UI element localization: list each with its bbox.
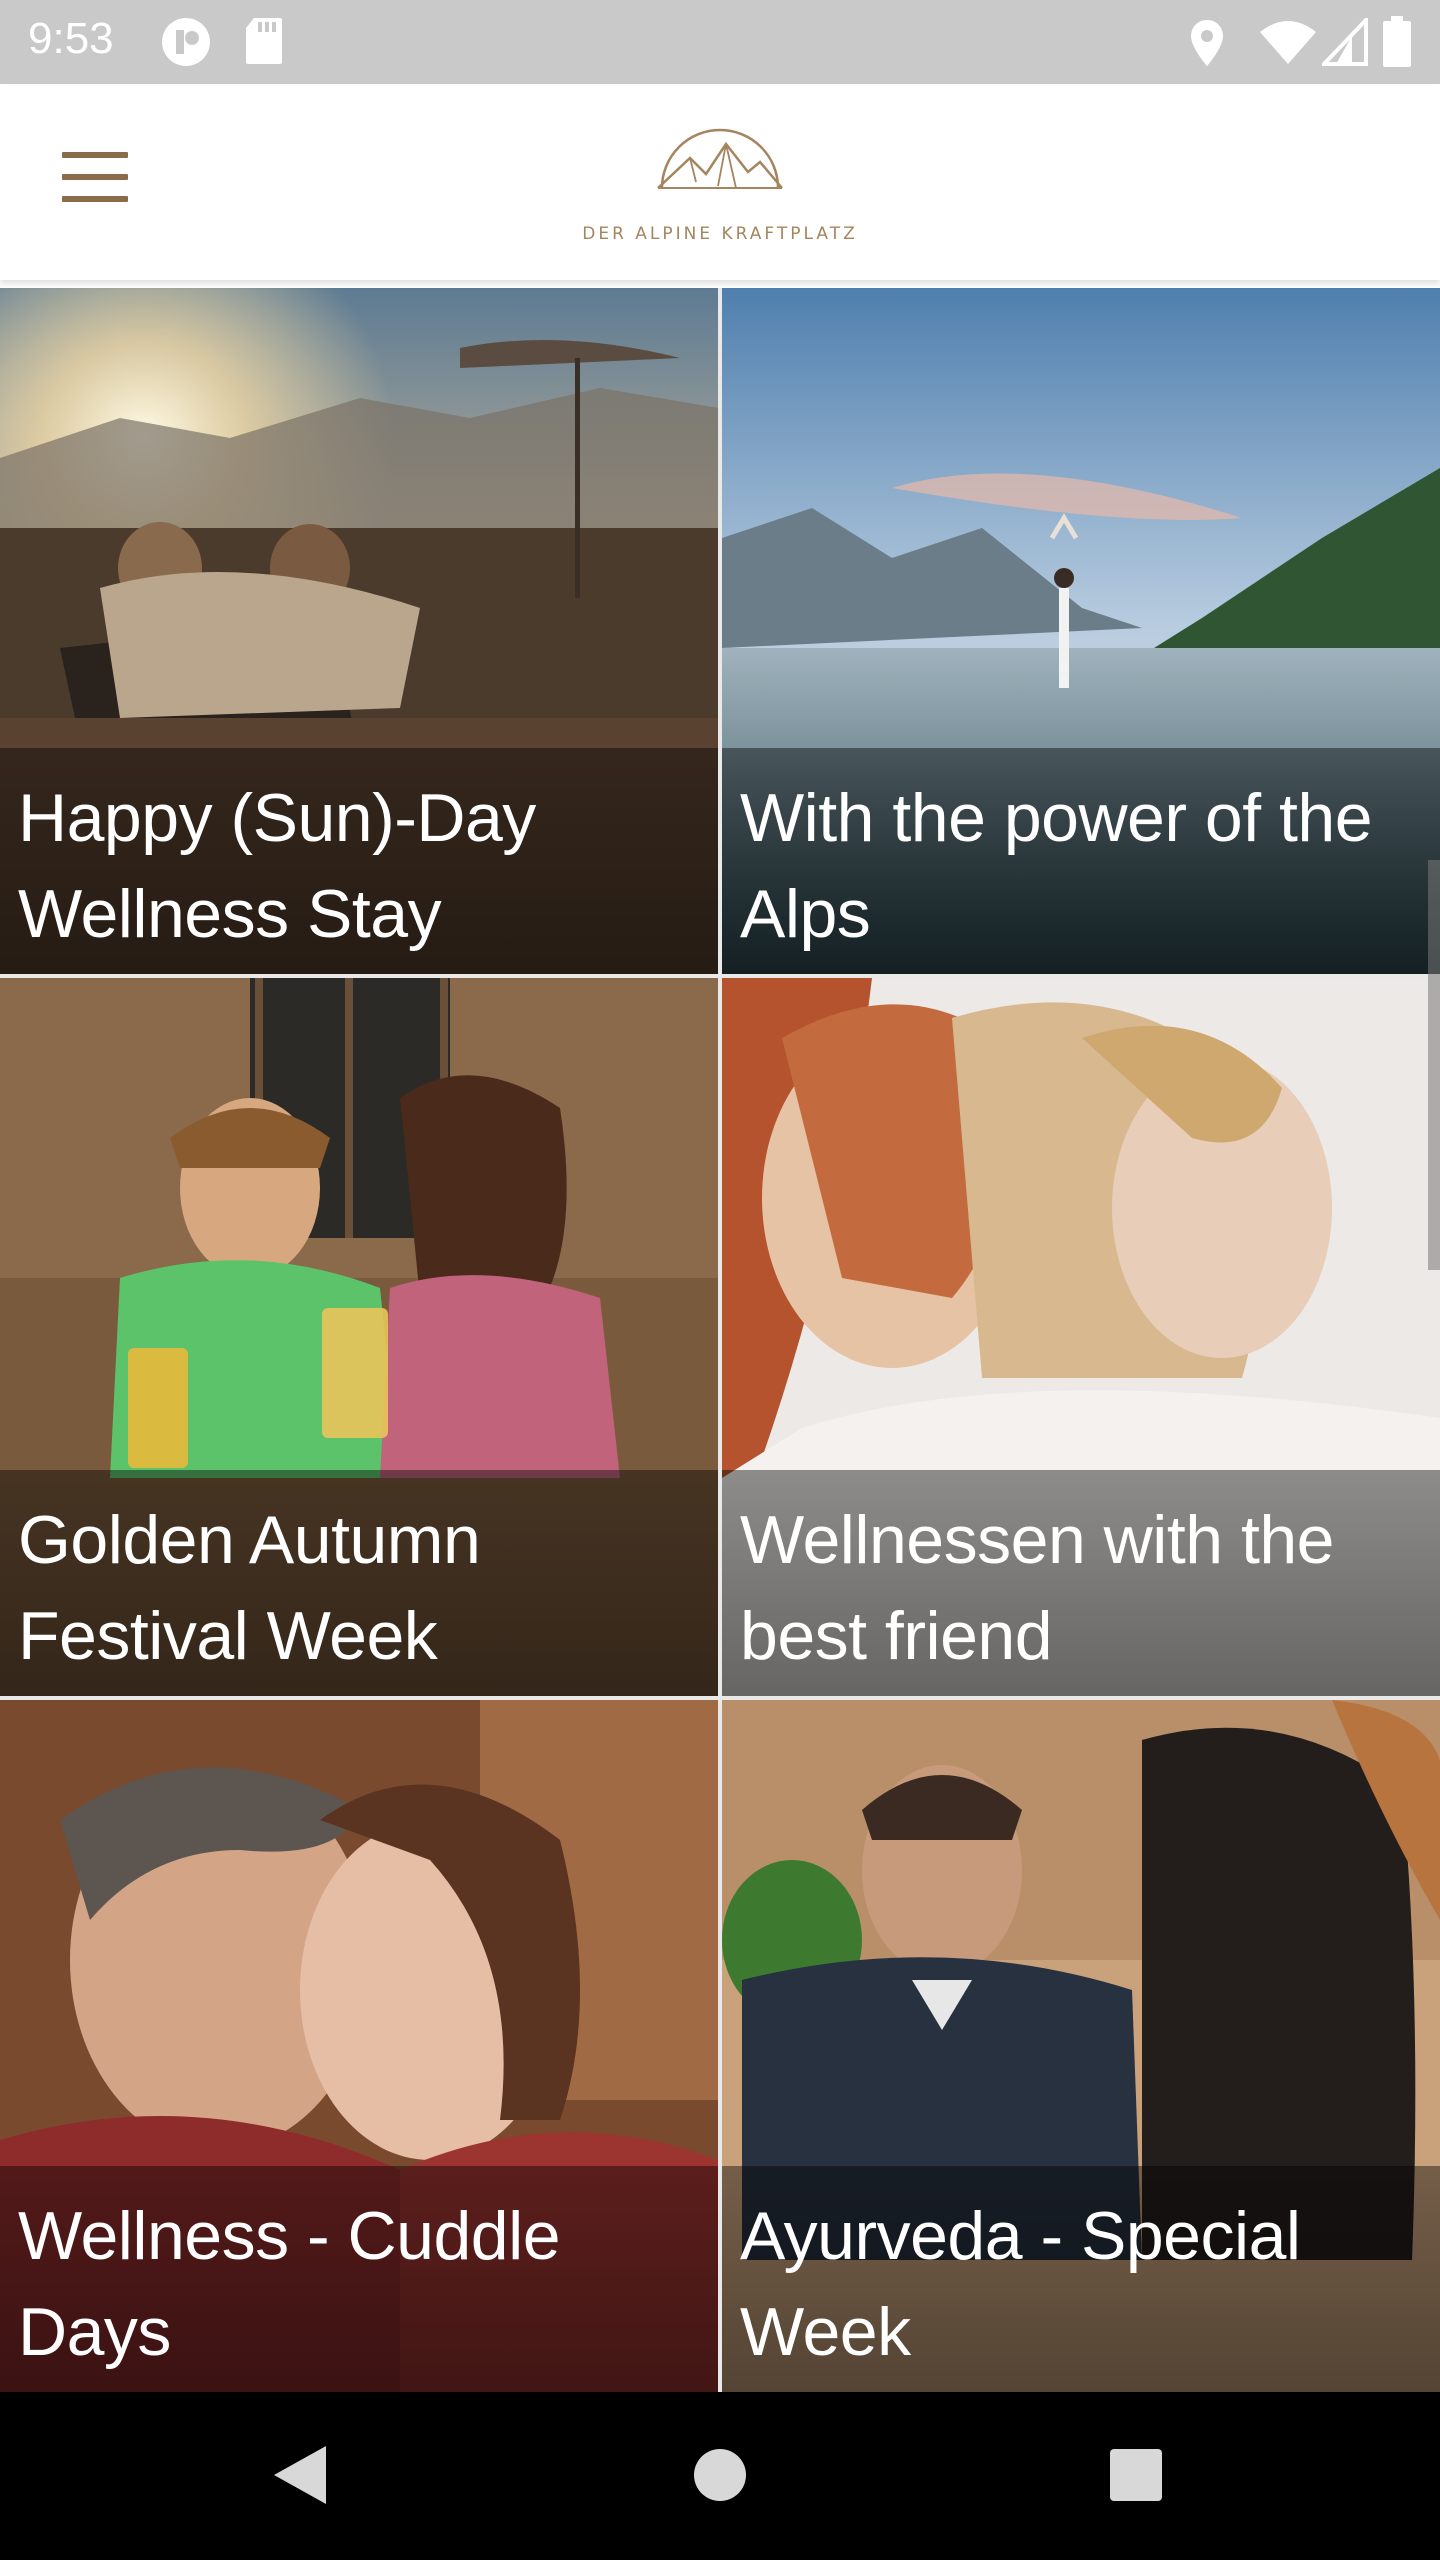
logo: DER ALPINE KRAFTPLATZ — [560, 122, 880, 252]
offer-title-line1: Happy (Sun)-Day — [18, 780, 536, 856]
offer-title-line1: Wellness - Cuddle — [18, 2198, 561, 2274]
offer-caption: Wellness - Cuddle Days — [0, 2166, 718, 2392]
offer-caption: Happy (Sun)-Day Wellness Stay — [0, 748, 718, 974]
offer-caption: With the power of the Alps — [722, 748, 1440, 974]
offer-title-line1: Wellnessen with the — [740, 1502, 1335, 1578]
offer-title-line2: Week — [740, 2294, 911, 2370]
circle-app-icon — [162, 18, 210, 66]
offer-title-line2: Festival Week — [18, 1598, 438, 1674]
hamburger-menu-icon[interactable] — [62, 152, 132, 208]
offer-title-line2: Wellness Stay — [18, 876, 442, 952]
offer-title-line2: best friend — [740, 1598, 1053, 1674]
offer-tile-power-of-alps[interactable]: With the power of the Alps — [722, 288, 1440, 974]
offer-caption: Wellnessen with the best friend — [722, 1470, 1440, 1696]
mountain-logo-icon — [657, 128, 783, 189]
offer-tile-cuddle-days[interactable]: Wellness - Cuddle Days — [0, 1700, 718, 2392]
recents-icon[interactable] — [1108, 2442, 1164, 2508]
offer-caption: Golden Autumn Festival Week — [0, 1470, 718, 1696]
offer-title-line2: Alps — [740, 876, 871, 952]
offer-title-line1: Ayurveda - Special — [740, 2198, 1301, 2274]
offer-tile-ayurveda[interactable]: Ayurveda - Special Week — [722, 1700, 1440, 2392]
sd-card-icon — [246, 18, 282, 64]
scroll-indicator[interactable] — [1428, 860, 1440, 1270]
offer-caption: Ayurveda - Special Week — [722, 2166, 1440, 2392]
home-icon[interactable] — [690, 2442, 750, 2508]
battery-icon — [1383, 16, 1411, 67]
app-bar: DER ALPINE KRAFTPLATZ — [0, 84, 1440, 280]
offer-title-line1: With the power of the — [740, 780, 1373, 856]
offer-tile-best-friend[interactable]: Wellnessen with the best friend — [722, 978, 1440, 1696]
offer-tile-happy-sunday[interactable]: Happy (Sun)-Day Wellness Stay — [0, 288, 718, 974]
logo-text: DER ALPINE KRAFTPLATZ — [582, 224, 858, 244]
back-icon[interactable] — [270, 2442, 330, 2508]
signal-icon — [1322, 18, 1368, 66]
offer-grid: Happy (Sun)-Day Wellness Stay With the p… — [0, 288, 1440, 2392]
status-bar: 9:53 — [0, 0, 1440, 84]
wifi-icon — [1260, 21, 1316, 64]
offer-title-line2: Days — [18, 2294, 171, 2370]
status-time: 9:53 — [28, 14, 114, 63]
offer-title-line1: Golden Autumn — [18, 1502, 481, 1578]
navigation-bar — [0, 2392, 1440, 2560]
location-icon — [1191, 20, 1223, 66]
offer-tile-golden-autumn[interactable]: Golden Autumn Festival Week — [0, 978, 718, 1696]
